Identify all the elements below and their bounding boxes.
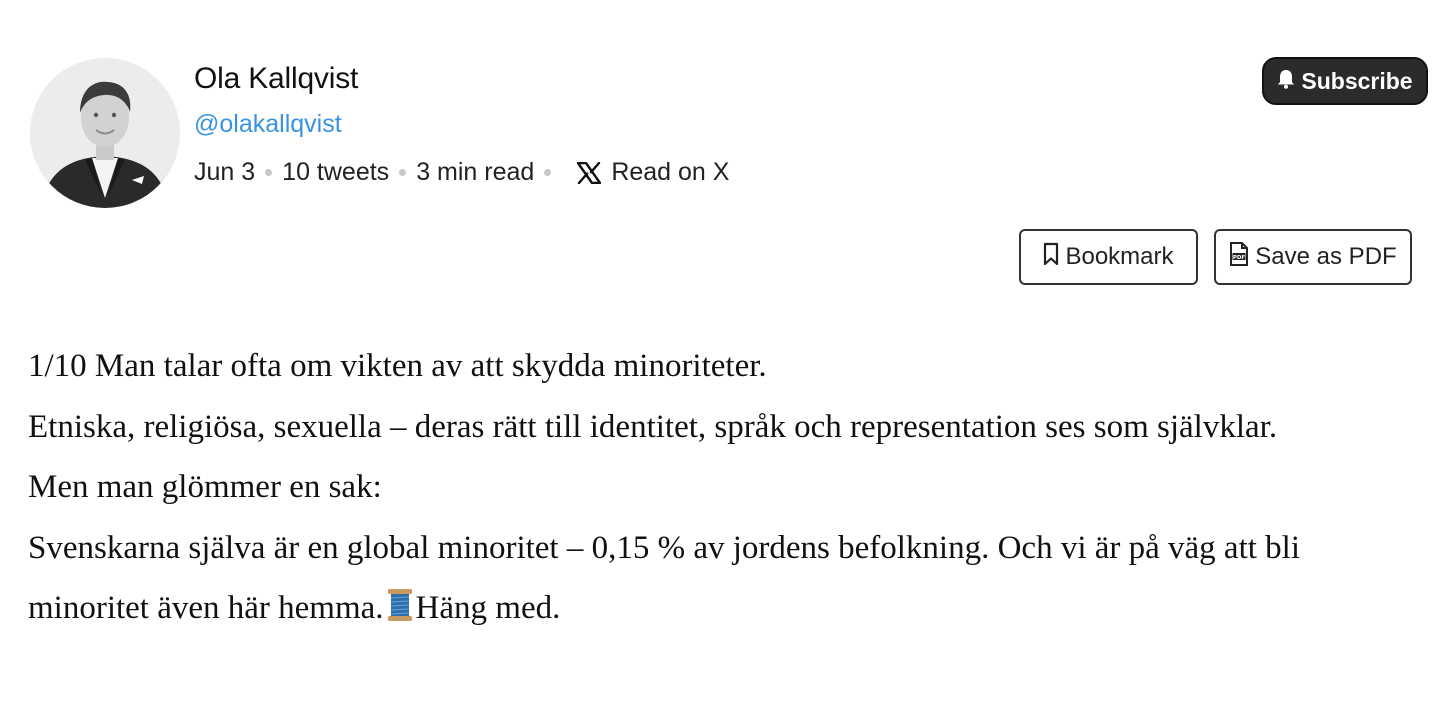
svg-text:PDF: PDF xyxy=(1233,254,1246,260)
tweet-paragraph: Etniska, religiösa, sexuella – deras rät… xyxy=(28,408,1278,445)
bell-icon xyxy=(1277,68,1295,95)
subscribe-button[interactable]: Subscribe xyxy=(1262,57,1428,105)
bookmark-icon xyxy=(1043,242,1059,273)
author-avatar[interactable] xyxy=(30,58,180,208)
read-time: 3 min read xyxy=(416,158,535,186)
tweet-paragraph: Men man glömmer en sak: xyxy=(28,469,382,505)
thread-meta: Jun 3 10 tweets 3 min read Read on X xyxy=(194,158,729,187)
separator-dot xyxy=(265,169,273,176)
tweet-body: 1/10 Man talar ofta om vikten av att sky… xyxy=(28,336,1428,643)
pdf-file-icon: PDF xyxy=(1229,241,1249,274)
tweet-paragraph: 1/10 Man talar ofta om vikten av att sky… xyxy=(28,348,767,384)
separator-dot xyxy=(544,169,552,176)
tweet-count: 10 tweets xyxy=(282,158,390,186)
thread-page: Ola Kallqvist @olakallqvist Jun 3 10 twe… xyxy=(0,0,1436,710)
author-name[interactable]: Ola Kallqvist xyxy=(194,62,358,96)
author-handle-link[interactable]: @olakallqvist xyxy=(194,110,342,139)
save-as-pdf-label: Save as PDF xyxy=(1255,243,1397,270)
bookmark-label: Bookmark xyxy=(1065,243,1174,270)
save-as-pdf-button[interactable]: PDF Save as PDF xyxy=(1214,229,1412,285)
bookmark-button[interactable]: Bookmark xyxy=(1019,229,1198,285)
tweet-paragraph: Svenskarna själva är en global minoritet… xyxy=(28,518,1428,643)
spool-of-thread-icon xyxy=(385,582,415,643)
tweet-text-segment: Svenskarna själva är en global minoritet… xyxy=(28,529,1300,627)
subscribe-label: Subscribe xyxy=(1301,67,1413,94)
read-on-x-link[interactable]: Read on X xyxy=(577,158,729,187)
publish-date: Jun 3 xyxy=(194,158,256,186)
tweet-text-segment: Häng med. xyxy=(415,590,561,626)
avatar-photo xyxy=(30,58,180,208)
read-on-x-label: Read on X xyxy=(611,158,730,186)
separator-dot xyxy=(399,169,407,176)
x-logo-icon xyxy=(577,161,602,184)
